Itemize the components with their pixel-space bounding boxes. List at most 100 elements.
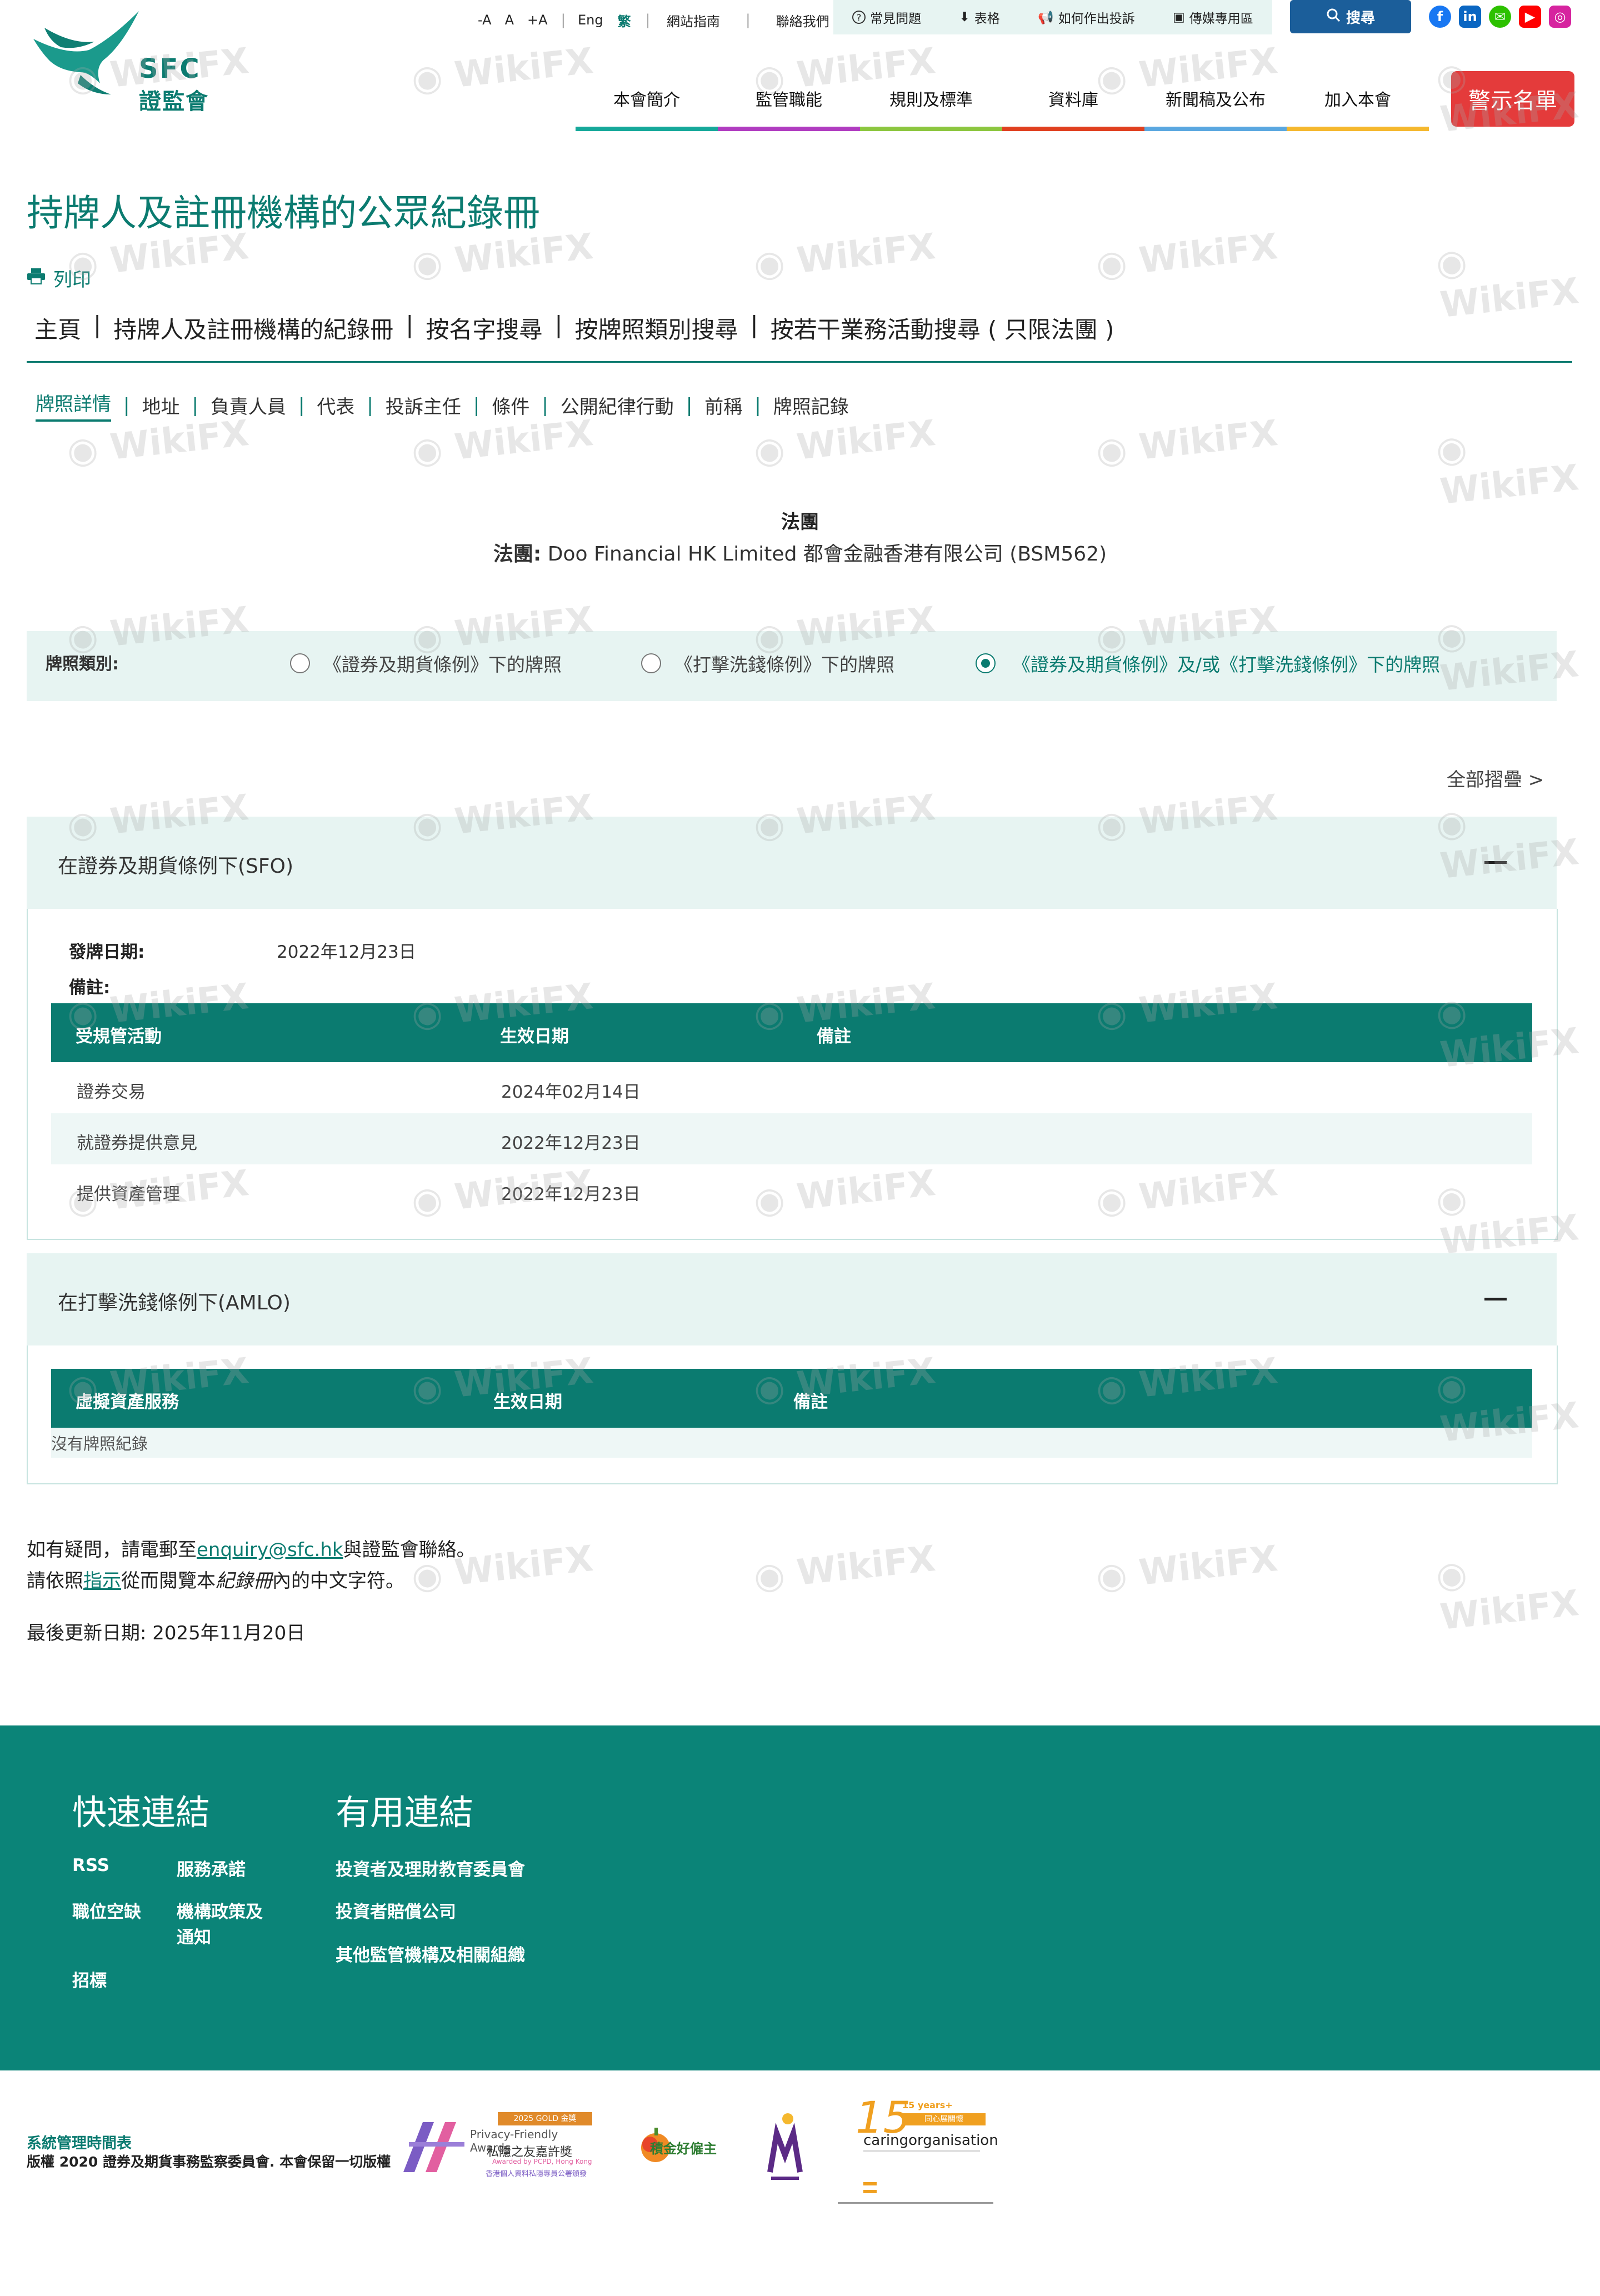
faq-label: 常見問題 [870,12,922,26]
breadcrumb-home[interactable]: 主頁 [34,311,81,345]
font-normal-button[interactable]: A [505,12,514,28]
nav-rules[interactable]: 規則及標準 [860,68,1002,131]
forms-link[interactable]: ⬇ 表格 [959,8,999,27]
lang-en-link[interactable]: Eng [578,12,603,28]
tab-former-names[interactable]: 前稱 [704,392,742,419]
media-link[interactable]: ▣ 傳媒專用區 [1173,8,1253,27]
enquiry-email-link[interactable]: enquiry@sfc.hk [197,1539,343,1561]
tab-responsible-officers[interactable]: 負責人員 [211,392,286,419]
linkedin-icon[interactable]: in [1459,6,1481,28]
megaphone-icon: 📢 [1038,10,1054,25]
caring-badge: 同心展關懷 [902,2113,986,2125]
print-link[interactable]: 列印 [27,264,91,292]
nav-label: 資料庫 [1048,91,1098,110]
breadcrumb-by-name[interactable]: 按名字搜尋 [426,311,542,345]
watermark-text: ◉ WikiFX [1094,226,1280,286]
watermark-text: ◉ WikiFX [65,413,251,473]
faq-link[interactable]: ? 常見問題 [852,8,921,27]
detail-tabs: 牌照詳情 | 地址 | 負責人員 | 代表 | 投訴主任 | 條件 | 公開紀律行動 | 前稱… [36,389,849,422]
footer-link-pledge[interactable]: 服務承諾 [177,1855,246,1880]
guide-prefix: 請依照 [27,1570,83,1592]
nav-label: 加入本會 [1324,91,1391,110]
caring-underline [838,2202,993,2204]
instagram-icon[interactable]: ◎ [1549,6,1571,28]
cell-date: 2022年12月23日 [501,1184,641,1204]
radio-amlo-label[interactable]: 《打擊洗錢條例》下的牌照 [674,650,894,677]
remarks-label: 備註: [69,978,111,998]
utility-box: ? 常見問題 ⬇ 表格 📢 如何作出投訴 ▣ 傳媒專用區 [833,0,1272,34]
footer-link-ifec[interactable]: 投資者及理財教育委員會 [336,1855,525,1880]
complaint-link[interactable]: 📢 如何作出投訴 [1038,8,1135,27]
nav-underline [576,127,718,131]
sitemap-link[interactable]: 網站指南 [667,11,720,30]
breadcrumb-register[interactable]: 持牌人及註冊機構的紀錄冊 [113,311,393,345]
breadcrumb-by-activity[interactable]: 按若干業務活動搜尋 ( 只限法團 ) [771,311,1114,345]
radio-sfo-label[interactable]: 《證券及期貨條例》下的牌照 [323,650,562,677]
search-button[interactable]: 搜尋 [1290,0,1411,33]
award-emblem-icon [767,2113,803,2180]
radio-sfo-amlo[interactable] [976,653,996,673]
printer-icon [27,267,46,289]
tab-disciplinary-actions[interactable]: 公開紀律行動 [561,392,674,419]
tab-complaints-officer[interactable]: 投訴主任 [386,392,461,419]
search-label: 搜尋 [1346,9,1375,27]
guide-link[interactable]: 指示 [83,1570,121,1592]
font-small-button[interactable]: -A [478,12,492,28]
nav-regulatory[interactable]: 監管職能 [718,68,860,131]
sfc-logo[interactable]: SFC 證監會 [28,6,239,114]
question-icon: ? [852,11,866,24]
mpf-employer-logo[interactable]: 積金好僱主 [639,2125,733,2170]
forms-label: 表格 [974,12,1000,26]
guide-note: 請依照指示從而閱覽本紀錄冊內的中文字符。 [27,1565,404,1593]
contact-link[interactable]: 聯絡我們 [776,11,829,30]
tab-license-details[interactable]: 牌照詳情 [36,389,111,422]
nav-news[interactable]: 新聞稿及公布 [1144,68,1287,131]
useful-links-title: 有用連結 [336,1792,474,1833]
entity-name-line: 法團: Doo Financial HK Limited 都會金融香港有限公司 … [0,538,1600,567]
lang-zh-link[interactable]: 繁 [618,11,631,30]
footer-link-regulators[interactable]: 其他監管機構及相關組織 [336,1941,525,1966]
amlo-section-title: 在打擊洗錢條例下(AMLO) [58,1292,291,1314]
caring-organisation-logo[interactable]: 15 15 years+ 同心展關懷 caringorganisation [838,2093,998,2204]
font-size-controls: -A A +A | [478,3,566,37]
divider: | [554,311,563,338]
entity-name: Doo Financial HK Limited 都會金融香港有限公司 (BSM… [547,543,1107,566]
tab-representatives[interactable]: 代表 [317,392,354,419]
footer-link-policy[interactable]: 機構政策及 [177,1898,263,1923]
collapse-all-link[interactable]: 全部摺疊 > [1447,764,1544,792]
breadcrumb-by-type[interactable]: 按牌照類別搜尋 [575,311,738,345]
system-maintenance-link[interactable]: 系統管理時間表 [27,2131,132,2153]
nav-label: 新聞稿及公布 [1166,91,1266,110]
footer-link-rss[interactable]: RSS [72,1855,109,1875]
award-badge: 2025 GOLD 金獎 [498,2112,592,2125]
alert-list-button[interactable]: 警示名單 [1451,71,1574,127]
tab-license-record[interactable]: 牌照記錄 [773,392,849,419]
nav-label: 規則及標準 [889,91,973,110]
facebook-icon[interactable]: f [1429,6,1451,28]
radio-sfo[interactable] [290,653,310,673]
tab-address[interactable]: 地址 [142,392,179,419]
search-icon [1326,8,1341,26]
tab-conditions[interactable]: 條件 [492,392,529,419]
nav-label: 本會簡介 [613,91,680,110]
radio-sfo-amlo-label[interactable]: 《證券及期貨條例》及/或《打擊洗錢條例》下的牌照 [1012,650,1440,677]
font-large-button[interactable]: +A [527,12,548,28]
manpower-award-logo[interactable] [766,2111,804,2189]
footer-link-policy-2[interactable]: 通知 [177,1923,211,1948]
collapse-minus-icon[interactable] [1484,1298,1507,1300]
footer-link-careers[interactable]: 職位空缺 [72,1898,141,1923]
radio-amlo[interactable] [641,653,661,673]
watermark-text: ◉ WikiFX [1434,1553,1581,1638]
nav-database[interactable]: 資料庫 [1002,68,1144,131]
caring-strip [863,2182,877,2185]
wechat-icon[interactable]: ✉ [1489,6,1511,28]
footer-link-tender[interactable]: 招標 [72,1967,107,1992]
col-remarks: 備註 [793,1392,828,1412]
nav-careers[interactable]: 加入本會 [1287,68,1429,131]
youtube-icon[interactable]: ▶ [1519,6,1541,28]
footer-link-icc[interactable]: 投資者賠償公司 [336,1898,456,1923]
collapse-minus-icon[interactable] [1484,861,1507,864]
privacy-award-logo[interactable]: 2025 GOLD 金獎 Privacy-Friendly Awards 私隱之… [392,2111,598,2183]
nav-about[interactable]: 本會簡介 [576,68,718,131]
sfo-section-title: 在證券及期貨條例下(SFO) [58,855,293,878]
